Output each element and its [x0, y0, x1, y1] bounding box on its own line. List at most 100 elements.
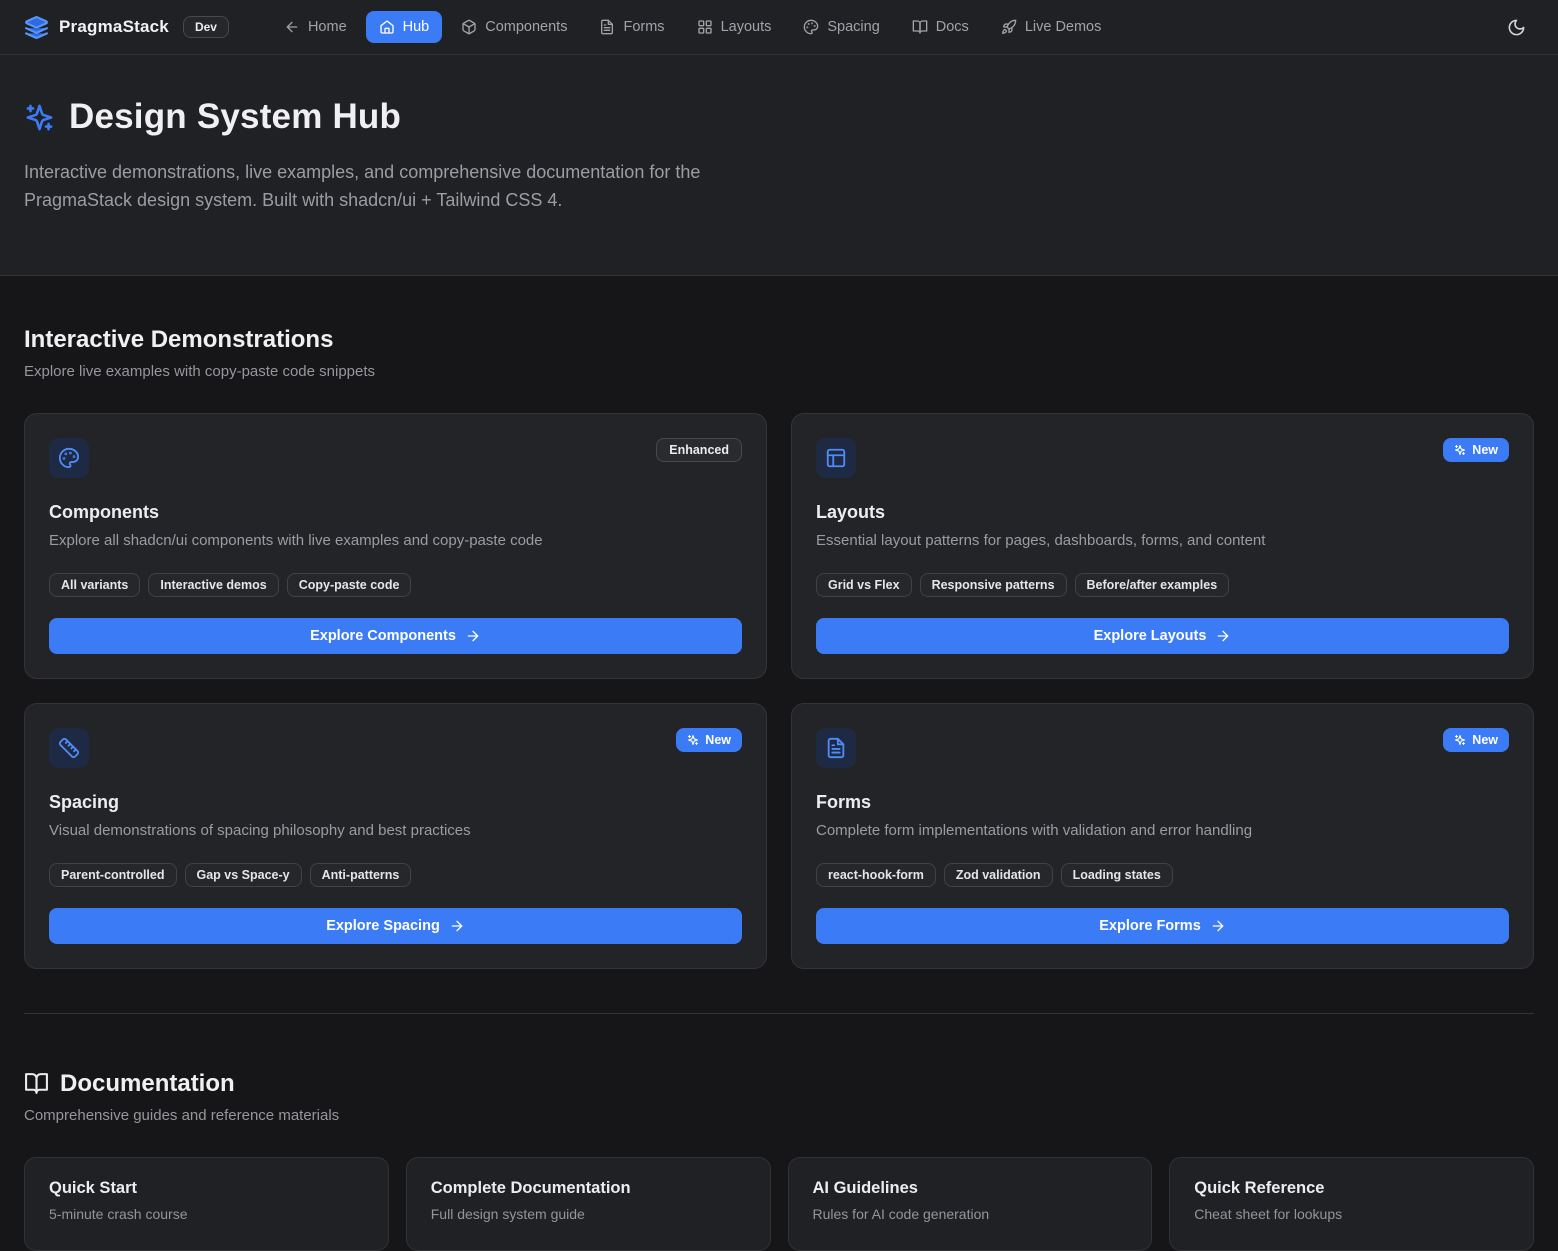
tag: Anti-patterns — [310, 863, 412, 887]
card-description: Essential layout patterns for pages, das… — [816, 532, 1509, 549]
card-description: Complete form implementations with valid… — [816, 822, 1509, 839]
nav-label: Hub — [403, 19, 430, 35]
tag: Interactive demos — [148, 573, 278, 597]
house-icon — [379, 19, 395, 35]
tag-row: Parent-controlled Gap vs Space-y Anti-pa… — [49, 863, 742, 887]
palette-icon — [803, 19, 819, 35]
arrow-right-icon — [1210, 918, 1226, 934]
tag: Grid vs Flex — [816, 573, 912, 597]
explore-layouts-button[interactable]: Explore Layouts — [816, 618, 1509, 654]
top-navbar: PragmaStack Dev Home Hub Components Form… — [0, 0, 1558, 55]
file-text-icon — [816, 728, 856, 768]
moon-icon — [1507, 18, 1526, 37]
tag: Loading states — [1061, 863, 1173, 887]
card-description: Visual demonstrations of spacing philoso… — [49, 822, 742, 839]
nav-item-components[interactable]: Components — [448, 11, 580, 43]
tag: Gap vs Space-y — [185, 863, 302, 887]
tag: Parent-controlled — [49, 863, 177, 887]
book-open-icon — [24, 1071, 49, 1096]
sparkles-icon — [1454, 734, 1466, 746]
card-description: Explore all shadcn/ui components with li… — [49, 532, 742, 549]
nav-item-layouts[interactable]: Layouts — [684, 11, 785, 43]
sparkles-icon — [687, 734, 699, 746]
demo-card-components: Enhanced Components Explore all shadcn/u… — [24, 413, 767, 679]
doc-card-quick-reference[interactable]: Quick Reference Cheat sheet for lookups — [1169, 1157, 1534, 1251]
docs-card-grid: Quick Start 5-minute crash course Comple… — [24, 1157, 1534, 1251]
box-icon — [461, 19, 477, 35]
tag-row: react-hook-form Zod validation Loading s… — [816, 863, 1509, 887]
card-title: Components — [49, 502, 742, 523]
new-badge: New — [1443, 438, 1509, 462]
theme-toggle-button[interactable] — [1499, 10, 1534, 45]
docs-section-subheading: Comprehensive guides and reference mater… — [24, 1107, 1534, 1124]
card-title: Forms — [816, 792, 1509, 813]
file-text-icon — [599, 19, 615, 35]
doc-card-title: Quick Start — [49, 1179, 364, 1198]
nav-label: Live Demos — [1025, 19, 1102, 35]
nav-item-forms[interactable]: Forms — [586, 11, 677, 43]
nav-item-live-demos[interactable]: Live Demos — [988, 11, 1115, 43]
tag: All variants — [49, 573, 140, 597]
documentation-section: Documentation Comprehensive guides and r… — [24, 1070, 1534, 1251]
nav-item-docs[interactable]: Docs — [899, 11, 982, 43]
layers-logo-icon — [24, 15, 49, 40]
demo-card-forms: New Forms Complete form implementations … — [791, 703, 1534, 969]
new-badge: New — [676, 728, 742, 752]
badge-label: New — [705, 733, 731, 747]
nav-label: Layouts — [721, 19, 772, 35]
book-open-icon — [912, 19, 928, 35]
doc-card-title: AI Guidelines — [813, 1179, 1128, 1198]
layout-grid-icon — [697, 19, 713, 35]
palette-icon — [49, 438, 89, 478]
enhanced-badge: Enhanced — [656, 438, 742, 462]
brand[interactable]: PragmaStack Dev — [24, 15, 229, 40]
sparkles-icon — [1454, 444, 1466, 456]
explore-spacing-button[interactable]: Explore Spacing — [49, 908, 742, 944]
tag: Zod validation — [944, 863, 1053, 887]
nav-item-home[interactable]: Home — [271, 11, 360, 43]
button-label: Explore Layouts — [1094, 628, 1207, 644]
button-label: Explore Forms — [1099, 918, 1201, 934]
button-label: Explore Components — [310, 628, 456, 644]
tag: react-hook-form — [816, 863, 936, 887]
demo-card-grid: Enhanced Components Explore all shadcn/u… — [24, 413, 1534, 969]
explore-components-button[interactable]: Explore Components — [49, 618, 742, 654]
ruler-icon — [49, 728, 89, 768]
env-badge: Dev — [183, 16, 229, 38]
tag: Before/after examples — [1075, 573, 1230, 597]
demos-section-heading: Interactive Demonstrations — [24, 326, 1534, 354]
doc-card-complete-documentation[interactable]: Complete Documentation Full design syste… — [406, 1157, 771, 1251]
tag: Copy-paste code — [287, 573, 412, 597]
doc-card-description: Rules for AI code generation — [813, 1206, 1128, 1222]
rocket-icon — [1001, 19, 1017, 35]
explore-forms-button[interactable]: Explore Forms — [816, 908, 1509, 944]
section-divider — [24, 1013, 1534, 1014]
nav-item-spacing[interactable]: Spacing — [790, 11, 892, 43]
badge-label: New — [1472, 443, 1498, 457]
demos-section-subheading: Explore live examples with copy-paste co… — [24, 363, 1534, 380]
arrow-right-icon — [465, 628, 481, 644]
nav-label: Home — [308, 19, 347, 35]
arrow-right-icon — [1215, 628, 1231, 644]
doc-card-description: Cheat sheet for lookups — [1194, 1206, 1509, 1222]
main-nav: Home Hub Components Forms Layouts Spacin… — [271, 11, 1489, 43]
page-subtitle: Interactive demonstrations, live example… — [24, 159, 776, 215]
doc-card-title: Quick Reference — [1194, 1179, 1509, 1198]
nav-item-hub[interactable]: Hub — [366, 11, 443, 43]
nav-label: Docs — [936, 19, 969, 35]
panels-top-left-icon — [816, 438, 856, 478]
sparkles-icon — [24, 102, 55, 133]
tag: Responsive patterns — [920, 573, 1067, 597]
doc-card-description: 5-minute crash course — [49, 1206, 364, 1222]
badge-label: New — [1472, 733, 1498, 747]
nav-label: Spacing — [827, 19, 879, 35]
page-title: Design System Hub — [69, 97, 401, 137]
card-title: Layouts — [816, 502, 1509, 523]
nav-label: Components — [485, 19, 567, 35]
doc-card-quick-start[interactable]: Quick Start 5-minute crash course — [24, 1157, 389, 1251]
demo-card-spacing: New Spacing Visual demonstrations of spa… — [24, 703, 767, 969]
arrow-right-icon — [449, 918, 465, 934]
doc-card-ai-guidelines[interactable]: AI Guidelines Rules for AI code generati… — [788, 1157, 1153, 1251]
brand-name: PragmaStack — [59, 17, 169, 37]
docs-section-heading: Documentation — [60, 1070, 235, 1098]
